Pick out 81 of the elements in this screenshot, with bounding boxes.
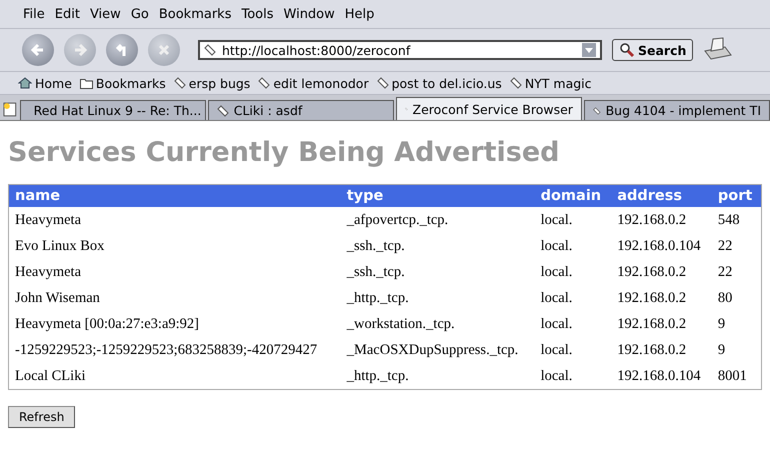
bookmark-item[interactable]: Home [18, 76, 72, 90]
menu-item[interactable]: Go [126, 6, 154, 22]
table-cell-text: 192.168.0.2 [616, 288, 688, 308]
bookmark-item[interactable]: NYT magic [510, 76, 592, 90]
column-header: type [340, 184, 535, 207]
table-cell: 9 [712, 337, 762, 363]
table-cell-text: local. [540, 288, 574, 308]
table-cell: Heavymeta [8, 207, 341, 233]
table-cell: 80 [712, 285, 762, 311]
table-cell: -1259229523;-1259229523;683258839;-420729427 [8, 337, 341, 363]
bookmark-item[interactable]: edit lemonodor [258, 76, 369, 90]
forward-button[interactable] [64, 34, 96, 66]
menu-item[interactable]: Tools [236, 6, 279, 22]
bookmark-item[interactable]: Bookmarks [80, 76, 166, 90]
table-cell: _http._tcp. [340, 363, 535, 390]
table-cell: Evo Linux Box [8, 233, 341, 259]
bookmark-icon [376, 77, 389, 89]
table-cell-text: 192.168.0.2 [616, 262, 688, 282]
table-cell: local. [534, 207, 612, 233]
url-field[interactable]: http://localhost:8000/zeroconf [198, 40, 602, 60]
table-cell: Heavymeta [00:0a:27:e3:a9:92] [8, 311, 341, 337]
dropdown-icon [582, 43, 596, 57]
table-cell: local. [534, 363, 612, 390]
table-cell-text: local. [540, 262, 574, 282]
back-button[interactable] [22, 34, 54, 66]
folder-icon [80, 78, 93, 88]
table-cell: 22 [712, 233, 762, 259]
bookmark-item[interactable]: ersp bugs [174, 76, 250, 90]
menu-item[interactable]: Window [278, 6, 340, 22]
back-arrow-icon [30, 42, 46, 58]
column-header: port [712, 184, 762, 207]
table-cell: 192.168.0.2 [611, 207, 712, 233]
browser-tab[interactable]: Zeroconf Service Browser [396, 97, 582, 120]
table-cell-text: 192.168.0.2 [616, 340, 688, 360]
table-cell: 192.168.0.104 [611, 363, 712, 390]
menu-item[interactable]: Edit [50, 6, 85, 22]
column-header: address [611, 184, 712, 207]
new-tab-icon[interactable] [2, 101, 18, 117]
table-cell: Local CLiki [8, 363, 341, 390]
column-header: domain [534, 184, 612, 207]
bookmark-icon [510, 77, 522, 89]
search-icon [619, 42, 635, 58]
bookmark-icon [258, 77, 270, 89]
menu-item[interactable]: Help [340, 6, 380, 22]
table-cell: 8001 [712, 363, 762, 390]
table-cell: 22 [712, 259, 762, 285]
menu-item[interactable]: File [18, 6, 50, 22]
table-cell-text: _ssh._tcp. [346, 236, 406, 256]
table-cell-text: local. [540, 314, 574, 334]
search-button[interactable]: Search [612, 39, 694, 61]
close-icon [156, 42, 172, 58]
bookmark-icon [216, 104, 229, 116]
table-cell-text: _workstation._tcp. [346, 314, 456, 334]
refresh-button[interactable]: Refresh [8, 406, 76, 428]
table-cell-text: _ssh._tcp. [346, 262, 406, 282]
menu-item[interactable]: Bookmarks [154, 6, 236, 22]
menu-item[interactable]: View [84, 6, 126, 22]
browser-tab[interactable]: Bug 4104 - implement TI [584, 100, 770, 120]
table-cell-text: local. [540, 236, 574, 256]
reload-button[interactable] [106, 34, 138, 66]
table-cell: Heavymeta [8, 259, 341, 285]
column-header: name [8, 184, 341, 207]
table-cell: John Wiseman [8, 285, 341, 311]
forward-arrow-icon [72, 42, 88, 58]
table-cell: 9 [712, 311, 762, 337]
table-cell-text: _http._tcp. [346, 288, 410, 308]
browser-tab[interactable]: CLiki : asdf [208, 100, 394, 120]
table-cell-text: 192.168.0.2 [616, 314, 688, 334]
bookmark-icon [174, 77, 186, 89]
bookmark-icon [592, 104, 601, 116]
bookmark-item[interactable]: post to del.icio.us [376, 76, 502, 90]
stop-button[interactable] [148, 34, 180, 66]
table-cell: _afpovertcp._tcp. [340, 207, 535, 233]
bookmark-icon [204, 44, 216, 56]
home-icon [18, 77, 32, 89]
table-cell-text: 192.168.0.104 [616, 236, 702, 256]
table-cell-text: _MacOSXDupSuppress._tcp. [346, 340, 520, 360]
table-cell: 548 [712, 207, 762, 233]
browser-tab[interactable]: Red Hat Linux 9 -- Re: Th... [20, 100, 206, 120]
table-cell-text: local. [540, 340, 574, 360]
page-heading: Services Currently Being Advertised [8, 137, 560, 168]
